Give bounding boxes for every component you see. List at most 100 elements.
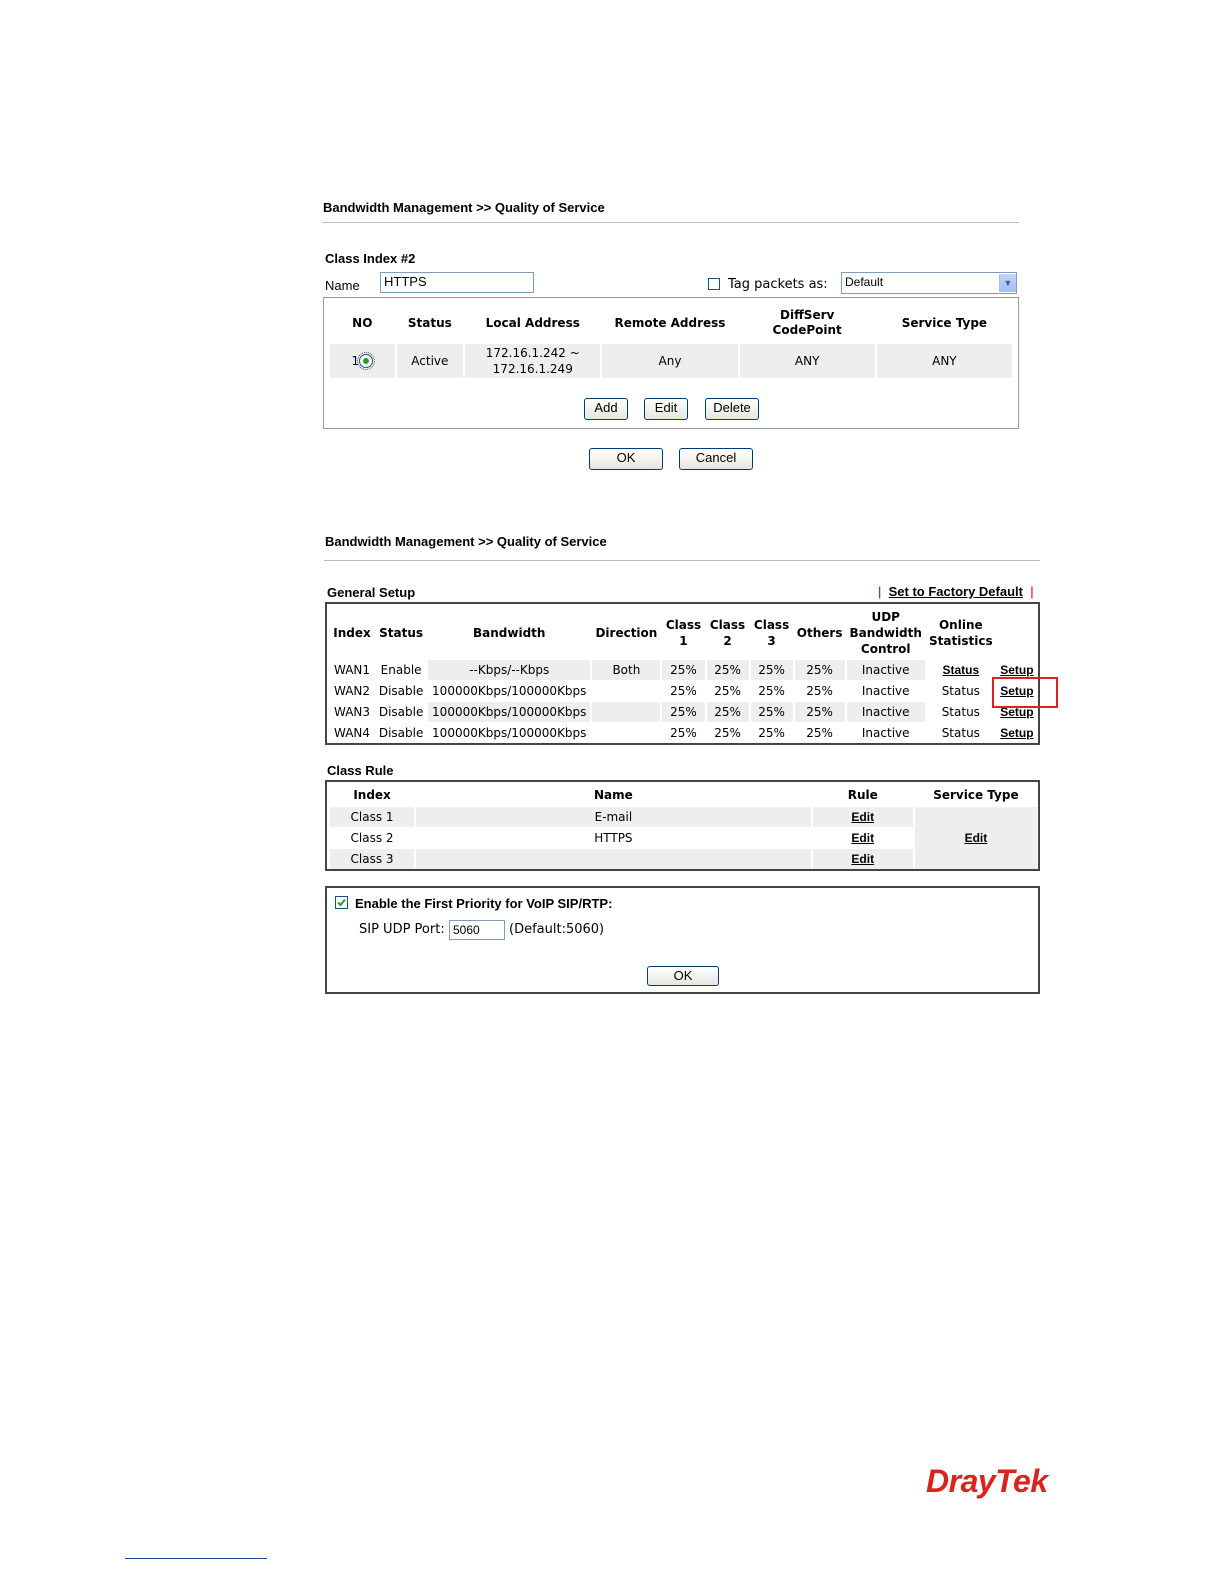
footer-link-underline	[125, 1558, 267, 1559]
table-row-wan4: WAN4 Disable 100000Kbps/100000Kbps 25% 2…	[330, 723, 1037, 743]
wan1-index: WAN1	[334, 663, 371, 677]
wan2-status: Disable	[378, 684, 424, 698]
col-class-index: Index	[353, 788, 391, 802]
cancel-button[interactable]: Cancel	[679, 448, 753, 470]
class2-edit-link[interactable]: Edit	[851, 831, 874, 845]
col-service-type: Service Type	[901, 316, 988, 330]
sip-port-input[interactable]: 5060	[449, 920, 505, 940]
tag-packets-select[interactable]: Default ▼	[841, 272, 1017, 294]
class-rule-label: Class Rule	[327, 763, 394, 778]
sip-port-label: SIP UDP Port:	[359, 922, 445, 937]
col-index: Index	[333, 626, 371, 640]
class-rule-header: Index Name Rule Service Type	[330, 784, 1037, 806]
wan4-setup-link[interactable]: Setup	[1000, 726, 1033, 740]
wan1-class2: 25%	[706, 660, 749, 680]
add-button[interactable]: Add	[584, 398, 628, 420]
wan3-bandwidth: 100000Kbps/100000Kbps	[428, 702, 591, 722]
wan3-class2: 25%	[706, 702, 749, 722]
table-row-wan1: WAN1 Enable --Kbps/--Kbps Both 25% 25% 2…	[330, 660, 1037, 680]
edit-button[interactable]: Edit	[644, 398, 688, 420]
wan4-status-text: Status	[941, 726, 980, 740]
col-udp-bandwidth-control: UDP Bandwidth Control	[849, 610, 922, 656]
screen2-title: Bandwidth Management >> Quality of Servi…	[325, 534, 607, 549]
wan2-udp: Inactive	[861, 684, 910, 698]
wan1-status: Enable	[380, 663, 422, 677]
wan4-class3: 25%	[758, 726, 785, 740]
row-status: Active	[396, 344, 464, 378]
voip-priority-checkbox[interactable]	[335, 896, 348, 909]
wan2-bandwidth: 100000Kbps/100000Kbps	[432, 684, 587, 698]
col-direction: Direction	[595, 626, 658, 640]
col-class-rule: Rule	[847, 788, 878, 802]
row-select-radio[interactable]	[357, 352, 376, 371]
class-rule-frame: Index Name Rule Service Type Class 1 E-m…	[325, 780, 1040, 871]
class-row-1: Class 1 E-mail Edit Edit	[330, 807, 1037, 869]
class1-edit-link[interactable]: Edit	[851, 810, 874, 824]
screen1-divider	[322, 222, 1019, 223]
class3-name	[416, 849, 811, 869]
screen2-divider	[324, 560, 1040, 561]
col-class3: Class 3	[753, 618, 790, 648]
wan1-bandwidth: --Kbps/--Kbps	[428, 660, 591, 680]
wan2-class1: 25%	[670, 684, 697, 698]
screen1-title: Bandwidth Management >> Quality of Servi…	[323, 200, 605, 215]
table-row-wan3: WAN3 Disable 100000Kbps/100000Kbps 25% 2…	[330, 702, 1037, 722]
class3-index: Class 3	[330, 849, 415, 869]
voip-ok-button[interactable]: OK	[647, 966, 719, 986]
local-address-line1: 172.16.1.242 ~	[485, 346, 580, 360]
wan2-class3: 25%	[758, 684, 785, 698]
wan1-udp: Inactive	[846, 660, 925, 680]
wan1-class1: 25%	[662, 660, 705, 680]
col-class-service: Service Type	[933, 788, 1019, 802]
class2-name: HTTPS	[594, 831, 633, 845]
tag-packets-value: Default	[845, 275, 884, 289]
col-bandwidth: Bandwidth	[473, 626, 546, 640]
col-remote-address: Remote Address	[614, 316, 726, 330]
wan3-direction	[592, 702, 661, 722]
col-local-address: Local Address	[485, 316, 580, 330]
table-row-wan2: WAN2 Disable 100000Kbps/100000Kbps 25% 2…	[330, 681, 1037, 701]
table-row: 1 Active 172.16.1.242 ~ 172.16.1.249 Any…	[330, 344, 1012, 378]
wan2-others: 25%	[806, 684, 833, 698]
class1-index: Class 1	[330, 807, 415, 827]
wan4-index: WAN4	[334, 726, 371, 740]
row-service-type: ANY	[876, 344, 1012, 378]
wan4-udp: Inactive	[861, 726, 910, 740]
service-type-cell: Edit	[914, 807, 1037, 869]
draytek-logo: DrayTek	[926, 1463, 1048, 1499]
name-input[interactable]: HTTPS	[380, 272, 534, 293]
tag-packets-label: Tag packets as:	[728, 277, 828, 292]
name-label: Name	[325, 278, 360, 293]
col-no: NO	[352, 316, 373, 330]
factory-default-link[interactable]: Set to Factory Default	[889, 584, 1023, 599]
wan2-status-text: Status	[941, 684, 980, 698]
class3-edit-link[interactable]: Edit	[851, 852, 874, 866]
rule-table-header: NO Status Local Address Remote Address D…	[330, 304, 1012, 342]
col-class1: Class 1	[665, 618, 702, 648]
wan2-class2: 25%	[714, 684, 741, 698]
class2-index: Class 2	[350, 831, 394, 845]
col-diffserv: DiffServ CodePoint	[772, 308, 842, 337]
wan3-udp: Inactive	[846, 702, 925, 722]
ok-button[interactable]: OK	[589, 448, 663, 470]
wan4-status: Disable	[378, 726, 424, 740]
general-setup-header: Index Status Bandwidth Direction Class 1 …	[330, 607, 1037, 659]
voip-priority-label: Enable the First Priority for VoIP SIP/R…	[355, 896, 613, 911]
tag-packets-checkbox[interactable]	[708, 278, 720, 290]
delete-button[interactable]: Delete	[705, 398, 759, 420]
wan3-class3: 25%	[750, 702, 793, 722]
wan3-index: WAN3	[334, 705, 371, 719]
rule-table: NO Status Local Address Remote Address D…	[328, 302, 1014, 380]
general-setup-frame: Index Status Bandwidth Direction Class 1 …	[325, 602, 1040, 745]
col-setup	[997, 607, 1037, 659]
wan1-status-link[interactable]: Status	[942, 663, 979, 677]
factory-default-bar: | Set to Factory Default |	[878, 584, 1034, 599]
wan1-others: 25%	[794, 660, 845, 680]
chevron-down-icon[interactable]: ▼	[999, 274, 1016, 292]
service-type-edit-link[interactable]: Edit	[965, 831, 988, 845]
wan4-others: 25%	[806, 726, 833, 740]
setup-highlight-box	[992, 677, 1058, 708]
sip-port-default: (Default:5060)	[509, 922, 605, 937]
wan4-class1: 25%	[670, 726, 697, 740]
wan1-setup-link[interactable]: Setup	[1000, 663, 1033, 677]
